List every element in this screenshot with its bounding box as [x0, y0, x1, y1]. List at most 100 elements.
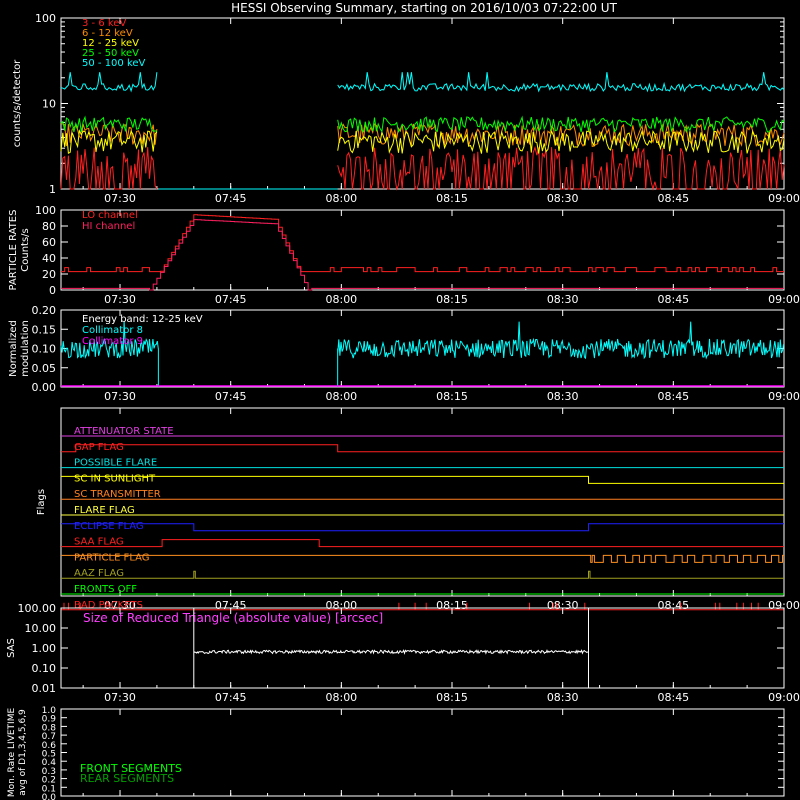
sas-annotation: Size of Reduced Triangle (absolute value… — [83, 611, 383, 625]
legend-entry: Collimator 9 — [82, 336, 143, 347]
y-tick-label: 1.00 — [32, 642, 57, 655]
y-tick-label: 0.10 — [32, 343, 57, 356]
y-tick-label: 20 — [42, 268, 56, 281]
time-tick-label: 08:45 — [657, 691, 689, 704]
flag-label: SC TRANSMITTER — [74, 489, 161, 500]
time-tick-label: 08:00 — [325, 293, 357, 306]
y-tick-label: 0.8 — [42, 723, 57, 733]
legend-entry: HI channel — [82, 221, 135, 232]
time-tick-label: 08:45 — [657, 192, 689, 205]
flag-line-gap-flag — [61, 444, 784, 453]
y-tick-label: 60 — [42, 236, 56, 249]
y-axis-label-2: modulation — [20, 320, 31, 377]
y-tick-label: 0.3 — [42, 767, 56, 777]
y-axis-label-units: Counts/s — [20, 228, 31, 272]
y-axis-label: Flags — [36, 489, 47, 515]
y-axis-label: SAS — [6, 638, 17, 658]
time-tick-label: 08:30 — [547, 293, 579, 306]
y-tick-label: 0.6 — [42, 741, 57, 751]
series-line-3-6-kev — [60, 145, 785, 191]
time-tick-label: 09:00 — [768, 691, 800, 704]
series-line-hi-channel — [61, 219, 784, 291]
time-tick-label: 08:30 — [547, 691, 579, 704]
y-tick-label: 0 — [49, 284, 56, 297]
series-line-50-100-kev — [60, 72, 785, 93]
time-tick-label: 08:15 — [436, 293, 468, 306]
y-tick-label: 0.2 — [42, 776, 56, 786]
flag-label: ATTENUATOR STATE — [74, 426, 174, 437]
flag-label: FRONTS OFF — [74, 584, 137, 595]
y-tick-label: 80 — [42, 220, 56, 233]
y-tick-label: 0.9 — [42, 715, 57, 725]
time-tick-label: 07:45 — [215, 390, 247, 403]
y-tick-label: 0.10 — [32, 662, 57, 675]
flag-line-aaz-flag — [61, 570, 784, 579]
time-tick-label: 08:30 — [547, 390, 579, 403]
flag-line-saa-flag — [61, 539, 784, 548]
y-axis-label: PARTICLE RATES — [8, 210, 19, 291]
flag-label: SAA FLAG — [74, 537, 124, 548]
time-tick-label: 07:30 — [104, 293, 136, 306]
time-tick-label: 08:15 — [436, 691, 468, 704]
figure-title: HESSI Observing Summary, starting on 201… — [231, 1, 617, 15]
flag-label: BAD PACKETS — [74, 600, 143, 611]
y-tick-label: 0.00 — [32, 381, 57, 394]
time-tick-label: 07:30 — [104, 390, 136, 403]
y-tick-label: 100.00 — [18, 602, 57, 615]
time-tick-label: 07:45 — [215, 293, 247, 306]
y-tick-label: 0.4 — [42, 758, 57, 768]
legend-entry: 50 - 100 keV — [82, 58, 146, 69]
flag-line-sc-in-sunlight — [61, 475, 784, 484]
y-tick-label: 10.00 — [25, 622, 57, 635]
time-tick-label: 08:15 — [436, 192, 468, 205]
series-line-25-50-kev — [60, 115, 785, 134]
time-tick-label: 07:45 — [215, 691, 247, 704]
time-tick-label: 08:45 — [657, 390, 689, 403]
y-tick-label: 40 — [42, 252, 56, 265]
time-tick-label: 08:00 — [325, 691, 357, 704]
y-tick-label: 0.05 — [32, 362, 57, 375]
time-tick-label: 07:30 — [104, 691, 136, 704]
flag-label: AAZ FLAG — [74, 568, 124, 579]
time-tick-label: 07:45 — [215, 192, 247, 205]
y-tick-label: 0.20 — [32, 304, 57, 317]
energy-band-annotation: Energy band: 12-25 keV — [82, 314, 203, 325]
time-tick-label: 08:00 — [325, 192, 357, 205]
time-tick-label: 08:15 — [436, 390, 468, 403]
legend-entry: Collimator 8 — [82, 325, 143, 336]
y-tick-label: 0.01 — [32, 682, 57, 695]
time-tick-label: 09:00 — [768, 293, 800, 306]
time-tick-label: 07:30 — [104, 192, 136, 205]
y-axis-label-2: avg of D1,3,4,5,6,9 — [18, 709, 28, 796]
time-tick-label: 08:30 — [547, 192, 579, 205]
time-tick-label: 09:00 — [768, 192, 800, 205]
time-tick-label: 08:45 — [657, 293, 689, 306]
time-tick-label: 08:00 — [325, 390, 357, 403]
legend-entry: LO channel — [82, 210, 138, 221]
y-tick-label: 0.5 — [42, 750, 56, 760]
y-axis-label: Normalized — [8, 320, 19, 377]
series-line-collimator-8 — [60, 321, 785, 387]
flag-label: POSSIBLE FLARE — [74, 458, 157, 469]
flag-line-eclipse-flag — [61, 523, 784, 532]
flag-label: ECLIPSE FLAG — [74, 521, 144, 532]
y-tick-label: 100 — [35, 12, 56, 25]
legend-entry: REAR SEGMENTS — [80, 772, 174, 785]
flag-label: SC IN SUNLIGHT — [74, 473, 156, 484]
y-axis-label: Mon. Rate LIVETIME — [7, 708, 17, 798]
flag-label: FLARE FLAG — [74, 505, 135, 516]
y-tick-label: 0.1 — [42, 784, 56, 794]
series-line-lo-channel — [61, 214, 784, 273]
time-tick-label: 09:00 — [768, 390, 800, 403]
y-axis-label: counts/s/detector — [12, 59, 23, 147]
y-tick-label: 0.7 — [42, 732, 56, 742]
y-tick-label: 10 — [42, 98, 56, 111]
flag-line-particle-flag — [61, 554, 784, 563]
series-line-12-25-kev — [60, 128, 785, 154]
hessi-summary-figure: 07:30 07:45 08:00 08:15 08:30 08:45 09:00 1 10 10… — [0, 0, 800, 800]
panel-frame-particle — [60, 209, 785, 291]
figure-canvas: 07:30 07:45 08:00 08:15 08:30 08:45 09:00 1 10 10… — [6, 1, 800, 800]
flag-label: PARTICLE FLAG — [74, 552, 150, 563]
y-tick-label: 1.0 — [42, 706, 57, 716]
y-tick-label: 100 — [35, 204, 56, 217]
